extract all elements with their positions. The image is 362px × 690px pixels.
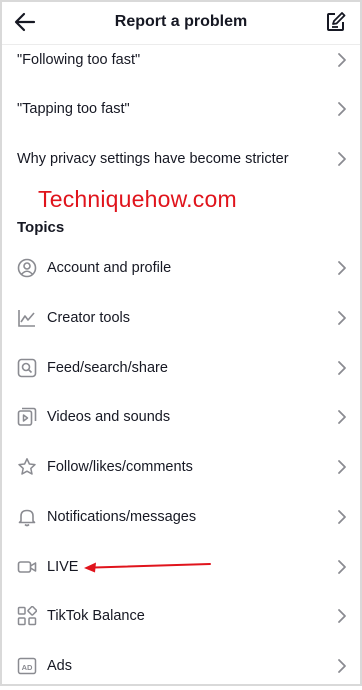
chevron-right-icon bbox=[336, 360, 348, 376]
topic-videos-and-sounds[interactable]: Videos and sounds bbox=[0, 393, 362, 441]
chevron-right-icon bbox=[336, 509, 348, 525]
topic-tiktok-balance[interactable]: TikTok Balance bbox=[0, 592, 362, 640]
faq-item-label: "Tapping too fast" bbox=[17, 101, 130, 117]
topic-follow-likes-comments[interactable]: Follow/likes/comments bbox=[0, 443, 362, 491]
faq-item-label: Why privacy settings have become stricte… bbox=[17, 151, 289, 167]
chevron-right-icon bbox=[336, 101, 348, 117]
chevron-right-icon bbox=[336, 409, 348, 425]
chevron-right-icon bbox=[336, 608, 348, 624]
arrow-left-icon bbox=[14, 12, 36, 32]
faq-item-following-too-fast[interactable]: "Following too fast" bbox=[0, 36, 362, 84]
topic-creator-tools[interactable]: Creator tools bbox=[0, 294, 362, 342]
live-camera-icon bbox=[17, 557, 37, 577]
account-icon bbox=[17, 258, 37, 278]
topic-feed-search-share[interactable]: Feed/search/share bbox=[0, 344, 362, 392]
edit-report-button[interactable] bbox=[324, 10, 348, 34]
ad-icon: AD bbox=[17, 656, 37, 676]
topics-heading: Topics bbox=[17, 219, 65, 236]
topic-label: Follow/likes/comments bbox=[47, 459, 193, 475]
chevron-right-icon bbox=[336, 151, 348, 167]
video-icon bbox=[17, 407, 37, 427]
bell-icon bbox=[17, 507, 37, 527]
grid-icon bbox=[17, 606, 37, 626]
topic-label: Creator tools bbox=[47, 310, 131, 326]
topic-label: Videos and sounds bbox=[47, 409, 171, 425]
topic-label: LIVE bbox=[47, 559, 79, 575]
chevron-right-icon bbox=[336, 310, 348, 326]
faq-item-tapping-too-fast[interactable]: "Tapping too fast" bbox=[0, 85, 362, 133]
edit-note-icon bbox=[327, 12, 346, 31]
chevron-right-icon bbox=[336, 260, 348, 276]
chevron-right-icon bbox=[336, 52, 348, 68]
annotation-arrow-icon bbox=[84, 562, 211, 573]
chart-line-icon bbox=[17, 308, 37, 328]
topic-label: Feed/search/share bbox=[47, 360, 168, 376]
chevron-right-icon bbox=[336, 459, 348, 475]
star-icon bbox=[17, 457, 37, 477]
svg-text:AD: AD bbox=[22, 663, 33, 672]
topic-label: TikTok Balance bbox=[47, 608, 145, 624]
faq-item-privacy-settings[interactable]: Why privacy settings have become stricte… bbox=[0, 135, 362, 183]
topic-account-and-profile[interactable]: Account and profile bbox=[0, 244, 362, 292]
faq-item-label: "Following too fast" bbox=[17, 52, 141, 68]
chevron-right-icon bbox=[336, 559, 348, 575]
topic-label: Account and profile bbox=[47, 260, 172, 276]
topic-ads[interactable]: AD Ads bbox=[0, 642, 362, 690]
topic-label: Notifications/messages bbox=[47, 509, 197, 525]
search-icon bbox=[17, 358, 37, 378]
chevron-right-icon bbox=[336, 658, 348, 674]
topic-notifications-messages[interactable]: Notifications/messages bbox=[0, 493, 362, 541]
watermark-text: Techniquehow.com bbox=[38, 186, 237, 212]
back-button[interactable] bbox=[12, 10, 38, 34]
topic-label: Ads bbox=[47, 658, 72, 674]
